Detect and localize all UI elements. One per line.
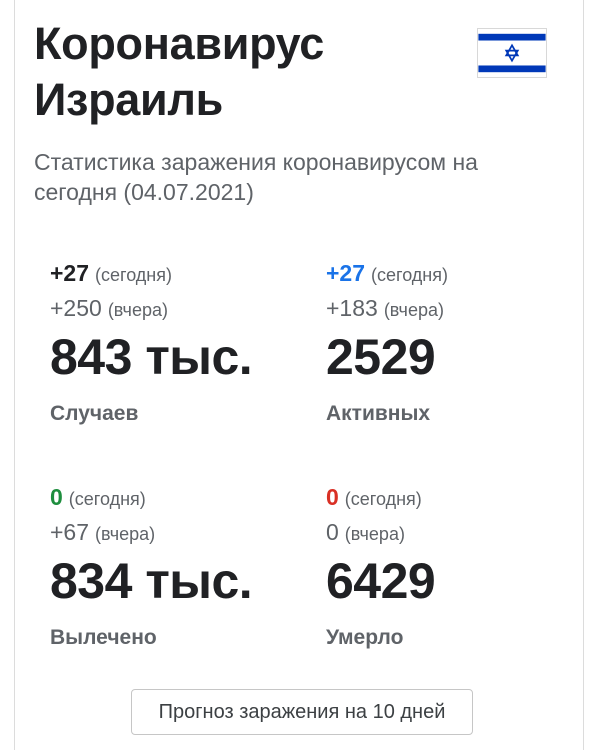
recovered-yesterday-label: (вчера) (95, 524, 156, 544)
stat-deaths: 0 (сегодня) 0 (вчера) 6429 Умерло (326, 482, 586, 652)
stat-active: +27 (сегодня) +183 (вчера) 2529 Активных (326, 258, 586, 428)
recovered-yesterday-row: +67 (вчера) (50, 517, 310, 549)
stat-cases: +27 (сегодня) +250 (вчера) 843 тыс. Случае… (50, 258, 310, 428)
deaths-today-label: (сегодня) (344, 489, 422, 509)
recovered-total: 834 тыс. (50, 553, 253, 609)
stat-recovered: 0 (сегодня) +67 (вчера) 834 тыс. Вылечено (50, 482, 310, 652)
deaths-total: 6429 (326, 553, 436, 609)
active-label: Активных (326, 402, 431, 425)
page-subtitle: Статистика заражения коронавирусом на се… (34, 149, 478, 205)
deaths-yesterday-label: (вчера) (344, 524, 405, 544)
active-yesterday-label: (вчера) (383, 300, 444, 320)
cases-today-row: +27 (сегодня) (50, 258, 310, 290)
deaths-today-row: 0 (сегодня) (326, 482, 586, 514)
cases-yesterday-delta: +250 (50, 295, 102, 321)
recovered-label: Вылечено (50, 626, 157, 649)
active-yesterday-delta: +183 (326, 295, 378, 321)
deaths-today-delta: 0 (326, 484, 339, 510)
recovered-today-row: 0 (сегодня) (50, 482, 310, 514)
cases-total: 843 тыс. (50, 329, 253, 385)
deaths-yesterday-row: 0 (вчера) (326, 517, 586, 549)
recovered-yesterday-delta: +67 (50, 519, 90, 545)
israel-flag-icon (477, 28, 547, 78)
cases-today-delta: +27 (50, 260, 90, 286)
cases-yesterday-label: (вчера) (107, 300, 168, 320)
deaths-yesterday-delta: 0 (326, 519, 339, 545)
cases-today-label: (сегодня) (95, 265, 172, 285)
title-line-2: Израиль (34, 74, 224, 125)
active-today-delta: +27 (326, 260, 366, 286)
cases-yesterday-row: +250 (вчера) (50, 293, 310, 325)
active-today-label: (сегодня) (371, 265, 448, 285)
recovered-today-label: (сегодня) (68, 489, 146, 509)
deaths-label: Умерло (326, 626, 404, 649)
forecast-button[interactable]: Прогноз заражения на 10 дней (131, 689, 473, 735)
active-total: 2529 (326, 329, 436, 385)
cases-label: Случаев (50, 402, 139, 425)
page-title: Коронавирус Израиль (34, 16, 414, 128)
recovered-today-delta: 0 (50, 484, 63, 510)
active-yesterday-row: +183 (вчера) (326, 293, 586, 325)
title-line-1: Коронавирус (34, 18, 324, 69)
active-today-row: +27 (сегодня) (326, 258, 586, 290)
